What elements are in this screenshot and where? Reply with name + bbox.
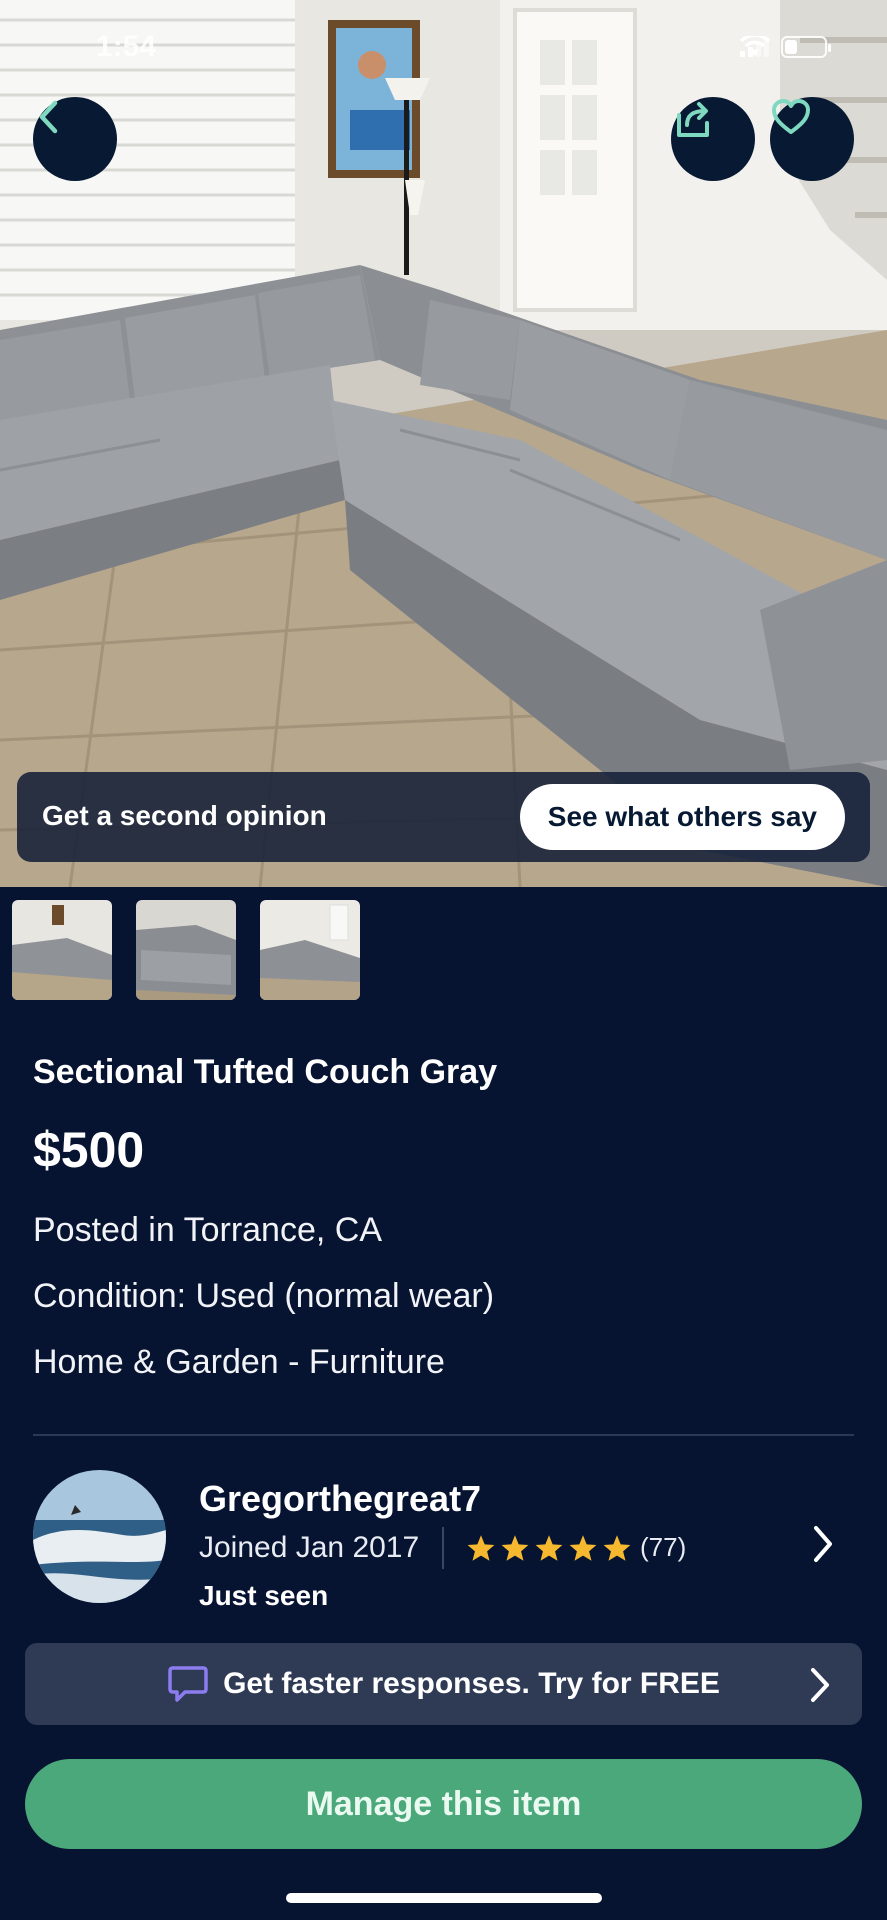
seller-last-seen: Just seen	[199, 1580, 329, 1611]
listing-title: Sectional Tufted Couch Gray	[33, 1053, 498, 1091]
battery-icon	[781, 36, 831, 58]
faster-responses-promo[interactable]: Get faster responses. Try for FREE	[25, 1643, 862, 1725]
seller-avatar[interactable]	[33, 1470, 166, 1603]
star-icon	[535, 1534, 563, 1561]
chevron-right-icon	[814, 1526, 832, 1562]
separator	[442, 1527, 444, 1569]
second-opinion-text: Get a second opinion	[42, 800, 327, 831]
heart-icon	[772, 99, 810, 134]
chevron-right-icon	[811, 1668, 829, 1702]
share-icon	[677, 102, 709, 137]
promo-text: Get faster responses. Try for FREE	[223, 1667, 720, 1700]
manage-item-button[interactable]: Manage this item	[25, 1759, 862, 1849]
second-opinion-banner: Get a second opinion See what others say	[17, 772, 870, 862]
photo-thumbnails	[12, 900, 360, 1000]
favorite-button[interactable]	[770, 97, 854, 181]
back-button[interactable]	[33, 97, 117, 181]
listing-category[interactable]: Home & Garden - Furniture	[33, 1343, 445, 1382]
see-what-others-say-button[interactable]: See what others say	[519, 784, 845, 850]
thumbnail-2[interactable]	[136, 900, 236, 1000]
listing-photo[interactable]: 1:54 Get a second opinion See what other…	[0, 0, 887, 887]
status-time: 1:54	[96, 30, 157, 63]
star-icon	[501, 1534, 529, 1561]
seller-rating: (77)	[466, 1532, 686, 1563]
star-icon	[569, 1534, 597, 1561]
chevron-left-icon	[39, 100, 58, 134]
wifi-icon	[740, 36, 770, 56]
home-indicator[interactable]	[286, 1893, 602, 1903]
star-icon	[603, 1534, 631, 1561]
status-bar: 1:54	[0, 0, 887, 100]
seller-joined-date: Joined Jan 2017	[199, 1531, 420, 1564]
listing-location: Posted in Torrance, CA	[33, 1211, 382, 1249]
chat-bubble-icon	[168, 1666, 208, 1702]
thumbnail-image	[136, 900, 236, 1000]
thumbnail-image	[12, 900, 112, 1000]
thumbnail-3[interactable]	[260, 900, 360, 1000]
avatar-image	[33, 1470, 166, 1603]
listing-price: $500	[33, 1122, 145, 1178]
share-button[interactable]	[671, 97, 755, 181]
divider	[33, 1434, 854, 1436]
star-icon	[467, 1534, 495, 1561]
status-icons	[740, 36, 831, 58]
listing-condition: Condition: Used (normal wear)	[33, 1277, 495, 1315]
thumbnail-image	[260, 900, 360, 1000]
thumbnail-1[interactable]	[12, 900, 112, 1000]
rating-count: (77)	[640, 1532, 687, 1562]
seller-profile-link[interactable]	[810, 1522, 836, 1571]
seller-name[interactable]: Gregorthegreat7	[199, 1478, 481, 1520]
